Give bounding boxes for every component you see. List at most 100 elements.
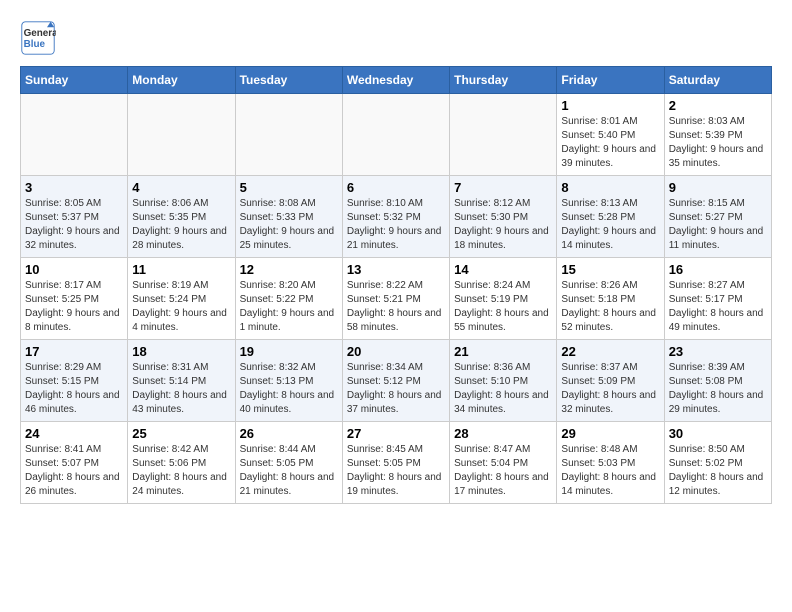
day-number: 25 <box>132 426 230 441</box>
day-info: Sunrise: 8:32 AMSunset: 5:13 PMDaylight:… <box>240 361 338 417</box>
calendar-cell: 12 Sunrise: 8:20 AMSunset: 5:22 PMDayligh… <box>235 258 342 340</box>
day-number: 13 <box>347 262 445 277</box>
day-info: Sunrise: 8:37 AMSunset: 5:09 PMDaylight:… <box>561 361 659 417</box>
day-number: 18 <box>132 344 230 359</box>
calendar-body: 1Sunrise: 8:01 AMSunset: 5:40 PMDaylight… <box>21 94 772 504</box>
day-info: Sunrise: 8:34 AMSunset: 5:12 PMDaylight:… <box>347 361 445 417</box>
calendar-cell: 22 Sunrise: 8:37 AMSunset: 5:09 PMDayligh… <box>557 340 664 422</box>
day-number: 3 <box>25 180 123 195</box>
calendar-table: SundayMondayTuesdayWednesdayThursdayFrid… <box>20 66 772 504</box>
calendar-cell: 14 Sunrise: 8:24 AMSunset: 5:19 PMDayligh… <box>450 258 557 340</box>
day-number: 21 <box>454 344 552 359</box>
day-number: 17 <box>25 344 123 359</box>
day-info: Sunrise: 8:48 AMSunset: 5:03 PMDaylight:… <box>561 443 659 499</box>
day-info: Sunrise: 8:06 AMSunset: 5:35 PMDaylight:… <box>132 197 230 253</box>
calendar-cell: 1Sunrise: 8:01 AMSunset: 5:40 PMDaylight… <box>557 94 664 176</box>
day-info: Sunrise: 8:17 AMSunset: 5:25 PMDaylight:… <box>25 279 123 335</box>
calendar-cell: 30 Sunrise: 8:50 AMSunset: 5:02 PMDayligh… <box>664 422 771 504</box>
day-number: 8 <box>561 180 659 195</box>
logo-icon: General Blue <box>20 20 56 56</box>
day-info: Sunrise: 8:26 AMSunset: 5:18 PMDaylight:… <box>561 279 659 335</box>
day-number: 10 <box>25 262 123 277</box>
calendar-cell: 8 Sunrise: 8:13 AMSunset: 5:28 PMDaylight… <box>557 176 664 258</box>
calendar-cell: 29 Sunrise: 8:48 AMSunset: 5:03 PMDayligh… <box>557 422 664 504</box>
day-number: 5 <box>240 180 338 195</box>
calendar-cell: 23 Sunrise: 8:39 AMSunset: 5:08 PMDayligh… <box>664 340 771 422</box>
calendar-cell: 3 Sunrise: 8:05 AMSunset: 5:37 PMDaylight… <box>21 176 128 258</box>
calendar-header-friday: Friday <box>557 67 664 94</box>
day-number: 24 <box>25 426 123 441</box>
calendar-week-row: 1Sunrise: 8:01 AMSunset: 5:40 PMDaylight… <box>21 94 772 176</box>
calendar-week-row: 17 Sunrise: 8:29 AMSunset: 5:15 PMDayligh… <box>21 340 772 422</box>
calendar-week-row: 24 Sunrise: 8:41 AMSunset: 5:07 PMDayligh… <box>21 422 772 504</box>
day-info: Sunrise: 8:45 AMSunset: 5:05 PMDaylight:… <box>347 443 445 499</box>
day-info: Sunrise: 8:24 AMSunset: 5:19 PMDaylight:… <box>454 279 552 335</box>
day-number: 22 <box>561 344 659 359</box>
calendar-cell: 21 Sunrise: 8:36 AMSunset: 5:10 PMDayligh… <box>450 340 557 422</box>
day-number: 28 <box>454 426 552 441</box>
day-info: Sunrise: 8:08 AMSunset: 5:33 PMDaylight:… <box>240 197 338 253</box>
calendar-cell: 19 Sunrise: 8:32 AMSunset: 5:13 PMDayligh… <box>235 340 342 422</box>
logo: General Blue <box>20 20 62 56</box>
calendar-cell: 24 Sunrise: 8:41 AMSunset: 5:07 PMDayligh… <box>21 422 128 504</box>
calendar-cell: 7 Sunrise: 8:12 AMSunset: 5:30 PMDaylight… <box>450 176 557 258</box>
calendar-cell: 25 Sunrise: 8:42 AMSunset: 5:06 PMDayligh… <box>128 422 235 504</box>
calendar-cell: 11 Sunrise: 8:19 AMSunset: 5:24 PMDayligh… <box>128 258 235 340</box>
calendar-cell: 27 Sunrise: 8:45 AMSunset: 5:05 PMDayligh… <box>342 422 449 504</box>
calendar-week-row: 10 Sunrise: 8:17 AMSunset: 5:25 PMDayligh… <box>21 258 772 340</box>
day-info: Sunrise: 8:10 AMSunset: 5:32 PMDaylight:… <box>347 197 445 253</box>
day-info: Sunrise: 8:19 AMSunset: 5:24 PMDaylight:… <box>132 279 230 335</box>
day-info: Sunrise: 8:42 AMSunset: 5:06 PMDaylight:… <box>132 443 230 499</box>
calendar-cell: 4Sunrise: 8:06 AMSunset: 5:35 PMDaylight… <box>128 176 235 258</box>
day-info: Sunrise: 8:31 AMSunset: 5:14 PMDaylight:… <box>132 361 230 417</box>
day-number: 16 <box>669 262 767 277</box>
day-number: 7 <box>454 180 552 195</box>
day-number: 14 <box>454 262 552 277</box>
day-number: 20 <box>347 344 445 359</box>
calendar-cell: 18 Sunrise: 8:31 AMSunset: 5:14 PMDayligh… <box>128 340 235 422</box>
calendar-cell: 16 Sunrise: 8:27 AMSunset: 5:17 PMDayligh… <box>664 258 771 340</box>
day-info: Sunrise: 8:20 AMSunset: 5:22 PMDaylight:… <box>240 279 338 335</box>
day-info: Sunrise: 8:44 AMSunset: 5:05 PMDaylight:… <box>240 443 338 499</box>
day-info: Sunrise: 8:36 AMSunset: 5:10 PMDaylight:… <box>454 361 552 417</box>
day-info: Sunrise: 8:50 AMSunset: 5:02 PMDaylight:… <box>669 443 767 499</box>
calendar-cell <box>21 94 128 176</box>
calendar-cell <box>235 94 342 176</box>
calendar-cell: 13Sunrise: 8:22 AMSunset: 5:21 PMDayligh… <box>342 258 449 340</box>
calendar-cell <box>128 94 235 176</box>
day-number: 1 <box>561 98 659 113</box>
day-number: 11 <box>132 262 230 277</box>
calendar-cell: 26 Sunrise: 8:44 AMSunset: 5:05 PMDayligh… <box>235 422 342 504</box>
day-number: 26 <box>240 426 338 441</box>
day-number: 2 <box>669 98 767 113</box>
day-number: 29 <box>561 426 659 441</box>
day-number: 9 <box>669 180 767 195</box>
day-info: Sunrise: 8:29 AMSunset: 5:15 PMDaylight:… <box>25 361 123 417</box>
day-number: 27 <box>347 426 445 441</box>
day-info: Sunrise: 8:03 AMSunset: 5:39 PMDaylight:… <box>669 115 767 171</box>
day-number: 19 <box>240 344 338 359</box>
calendar-header-sunday: Sunday <box>21 67 128 94</box>
calendar-cell: 2 Sunrise: 8:03 AMSunset: 5:39 PMDaylight… <box>664 94 771 176</box>
page-header: General Blue <box>20 20 772 56</box>
day-number: 30 <box>669 426 767 441</box>
day-info: Sunrise: 8:13 AMSunset: 5:28 PMDaylight:… <box>561 197 659 253</box>
day-info: Sunrise: 8:27 AMSunset: 5:17 PMDaylight:… <box>669 279 767 335</box>
day-info: Sunrise: 8:41 AMSunset: 5:07 PMDaylight:… <box>25 443 123 499</box>
day-number: 23 <box>669 344 767 359</box>
day-number: 12 <box>240 262 338 277</box>
day-number: 6 <box>347 180 445 195</box>
svg-text:General: General <box>24 28 56 39</box>
day-info: Sunrise: 8:05 AMSunset: 5:37 PMDaylight:… <box>25 197 123 253</box>
day-info: Sunrise: 8:12 AMSunset: 5:30 PMDaylight:… <box>454 197 552 253</box>
calendar-cell <box>450 94 557 176</box>
calendar-cell: 28Sunrise: 8:47 AMSunset: 5:04 PMDayligh… <box>450 422 557 504</box>
calendar-cell: 6 Sunrise: 8:10 AMSunset: 5:32 PMDaylight… <box>342 176 449 258</box>
calendar-header-tuesday: Tuesday <box>235 67 342 94</box>
day-info: Sunrise: 8:39 AMSunset: 5:08 PMDaylight:… <box>669 361 767 417</box>
day-info: Sunrise: 8:15 AMSunset: 5:27 PMDaylight:… <box>669 197 767 253</box>
calendar-cell: 17 Sunrise: 8:29 AMSunset: 5:15 PMDayligh… <box>21 340 128 422</box>
calendar-cell: 20 Sunrise: 8:34 AMSunset: 5:12 PMDayligh… <box>342 340 449 422</box>
day-number: 15 <box>561 262 659 277</box>
svg-text:Blue: Blue <box>24 39 46 50</box>
